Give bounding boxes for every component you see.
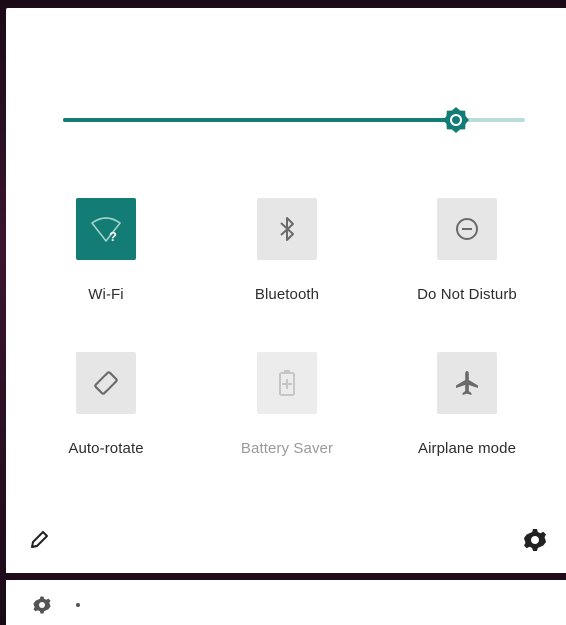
brightness-slider[interactable] xyxy=(63,107,525,133)
brightness-thumb[interactable] xyxy=(440,104,472,136)
battery-saver-toggle[interactable] xyxy=(257,352,317,414)
battery-saver-icon xyxy=(279,370,295,396)
auto-rotate-icon xyxy=(94,371,118,395)
brightness-fill xyxy=(63,118,456,122)
tile-wifi[interactable]: ? Wi-Fi xyxy=(31,198,181,303)
tile-label: Wi-Fi xyxy=(88,286,124,303)
edit-icon[interactable] xyxy=(28,527,52,551)
tile-bluetooth[interactable]: Bluetooth xyxy=(212,198,362,303)
settings-gear-icon[interactable] xyxy=(522,527,548,553)
bluetooth-toggle[interactable] xyxy=(257,198,317,260)
wifi-unknown-icon: ? xyxy=(90,217,122,244)
airplane-mode-toggle[interactable] xyxy=(437,352,497,414)
tile-label: Auto-rotate xyxy=(68,440,144,457)
tile-label: Bluetooth xyxy=(254,286,320,303)
airplane-icon xyxy=(456,371,478,395)
settings-notification-icon[interactable] xyxy=(32,595,52,615)
tile-airplane-mode[interactable]: Airplane mode xyxy=(392,352,542,457)
quick-settings-panel: ? Wi-Fi Bluetooth Do Not Disturb Auto-ro… xyxy=(6,8,566,573)
tile-label: Airplane mode xyxy=(417,440,517,457)
auto-rotate-toggle[interactable] xyxy=(76,352,136,414)
wifi-toggle[interactable]: ? xyxy=(76,198,136,260)
svg-text:?: ? xyxy=(109,229,117,244)
do-not-disturb-toggle[interactable] xyxy=(437,198,497,260)
tile-auto-rotate[interactable]: Auto-rotate xyxy=(31,352,181,457)
tile-do-not-disturb[interactable]: Do Not Disturb xyxy=(392,198,542,303)
notification-bar xyxy=(6,580,566,625)
bluetooth-icon xyxy=(280,217,294,241)
notification-dot-icon xyxy=(76,603,80,607)
tile-battery-saver[interactable]: Battery Saver xyxy=(212,352,362,457)
do-not-disturb-icon xyxy=(456,218,478,240)
brightness-icon xyxy=(442,107,469,133)
tile-label: Battery Saver xyxy=(240,440,334,457)
tile-label: Do Not Disturb xyxy=(417,286,517,303)
